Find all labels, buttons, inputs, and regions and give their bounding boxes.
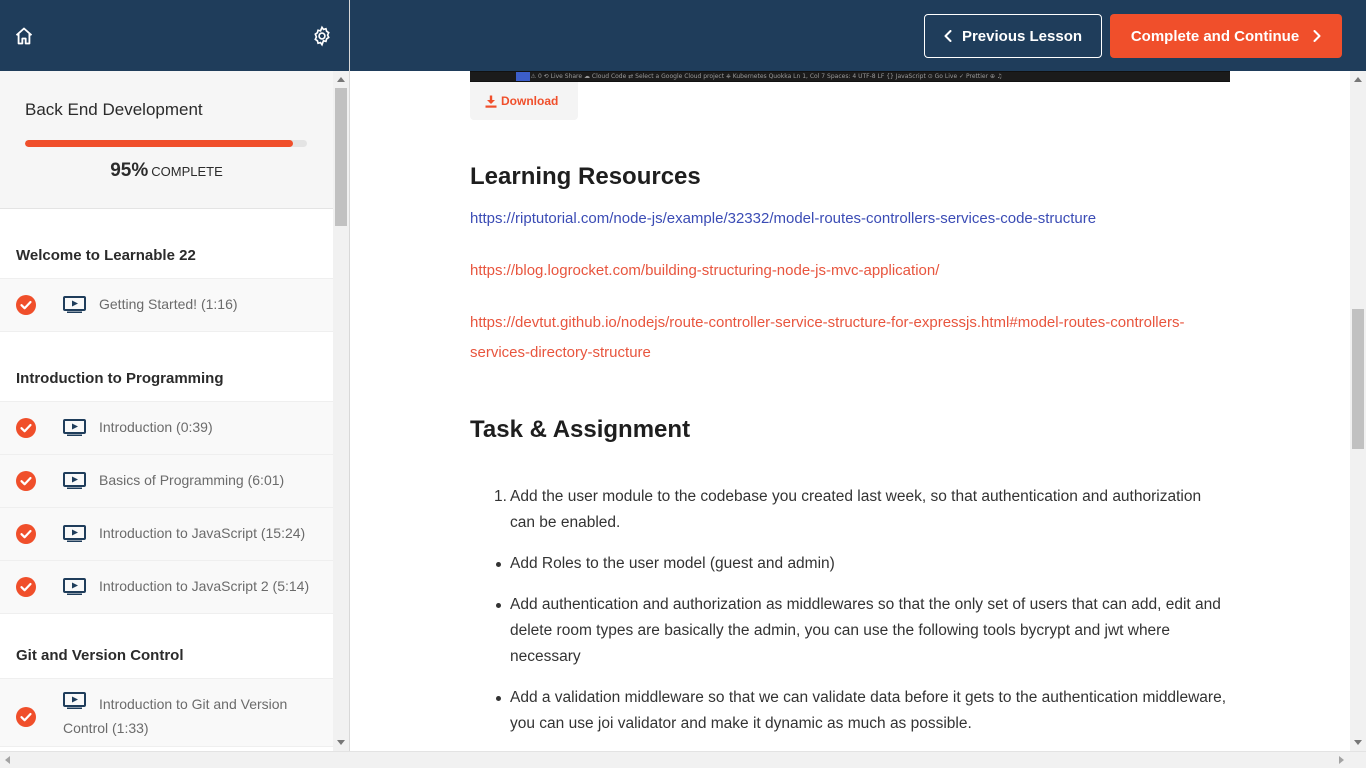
chevron-left-icon	[944, 30, 952, 42]
content-scroll-thumb[interactable]	[1352, 309, 1364, 449]
scroll-right-arrow-icon[interactable]	[1339, 756, 1344, 764]
resource-link[interactable]: https://devtut.github.io/nodejs/route-co…	[470, 308, 1210, 368]
learning-resources-heading: Learning Resources	[470, 163, 701, 190]
scroll-up-arrow-icon[interactable]	[337, 77, 345, 82]
progress-text: 95% COMPLETE	[25, 160, 308, 182]
content-scrollbar[interactable]	[1350, 71, 1366, 751]
video-icon	[63, 296, 86, 313]
lesson-screenshot-image: ⊗ 1 ⚠ 0 ⟲ Live Share ☁ Cloud Code ⇄ Sele…	[470, 71, 1230, 82]
section-title: Introduction to Programming	[0, 332, 333, 402]
video-icon	[63, 419, 86, 436]
sidebar-header	[0, 0, 349, 71]
completed-check-icon	[16, 295, 36, 315]
section-title: Git and Version Control	[0, 614, 333, 679]
task-item: Add a validation middleware so that we c…	[470, 685, 1230, 737]
progress-percent: 95%	[110, 160, 149, 181]
lecture-label: Introduction (0:39)	[99, 419, 213, 435]
complete-and-continue-button[interactable]: Complete and Continue	[1110, 14, 1342, 58]
download-label: Download	[501, 94, 559, 108]
lecture-label: Introduction to Git and Version Control …	[63, 696, 288, 736]
chevron-right-icon	[1313, 30, 1321, 42]
bullet-icon	[496, 696, 501, 701]
video-icon	[63, 578, 86, 595]
completed-check-icon	[16, 524, 36, 544]
horizontal-scrollbar[interactable]	[0, 751, 1366, 768]
completed-check-icon	[16, 707, 36, 727]
list-number: 1.	[494, 488, 507, 505]
progress-label: COMPLETE	[151, 164, 223, 179]
task-item: Add Roles to the user model (guest and a…	[470, 551, 1230, 577]
sidebar-scroll-thumb[interactable]	[335, 88, 347, 226]
lecture-label: Introduction to JavaScript (15:24)	[99, 525, 306, 541]
scroll-left-arrow-icon[interactable]	[5, 756, 10, 764]
screenshot-statusbar-remote	[516, 72, 530, 81]
task-assignment-heading: Task & Assignment	[470, 416, 691, 443]
task-list: 1. Add the user module to the codebase y…	[470, 484, 1230, 751]
complete-and-continue-label: Complete and Continue	[1130, 27, 1300, 45]
progress-bar	[25, 140, 307, 147]
bullet-icon	[496, 562, 501, 567]
screenshot-statusbar-text: ⊗ 1 ⚠ 0 ⟲ Live Share ☁ Cloud Code ⇄ Sele…	[470, 72, 1230, 81]
download-button[interactable]: Download	[470, 82, 578, 120]
lecture-item[interactable]: Introduction (0:39)	[0, 402, 333, 455]
lecture-item[interactable]: Basics of Programming (6:01)	[0, 455, 333, 508]
completed-check-icon	[16, 577, 36, 597]
bullet-icon	[496, 603, 501, 608]
lecture-item[interactable]: Introduction to JavaScript 2 (5:14)	[0, 561, 333, 614]
task-text: Add a validation middleware so that we c…	[510, 689, 1227, 732]
course-title: Back End Development	[25, 100, 203, 119]
section-title: Welcome to Learnable 22	[0, 209, 333, 279]
scroll-up-arrow-icon[interactable]	[1354, 77, 1362, 82]
task-text: Add Roles to the user model (guest and a…	[510, 555, 835, 572]
progress-bar-fill	[25, 140, 293, 147]
lecture-label: Basics of Programming (6:01)	[99, 472, 285, 488]
lecture-label: Getting Started! (1:16)	[99, 296, 238, 312]
lesson-header: Previous Lesson Complete and Continue	[350, 0, 1366, 71]
lesson-content: ⊗ 1 ⚠ 0 ⟲ Live Share ☁ Cloud Code ⇄ Sele…	[350, 71, 1350, 751]
lecture-item[interactable]: Getting Started! (1:16)	[0, 279, 333, 332]
download-icon	[485, 95, 497, 108]
resource-link[interactable]: https://riptutorial.com/node-js/example/…	[470, 204, 1210, 234]
sidebar-scrollbar[interactable]	[333, 71, 349, 751]
video-icon	[63, 525, 86, 542]
lecture-label: Introduction to JavaScript 2 (5:14)	[99, 578, 310, 594]
task-text: Add the user module to the codebase you …	[510, 488, 1202, 531]
previous-lesson-button[interactable]: Previous Lesson	[924, 14, 1102, 58]
previous-lesson-label: Previous Lesson	[961, 27, 1083, 45]
task-item: Add authentication and authorization as …	[470, 592, 1230, 670]
course-sidebar: Back End Development 95% COMPLETE Welcome…	[0, 0, 350, 768]
lecture-item[interactable]: Introduction to JavaScript (15:24)	[0, 508, 333, 561]
curriculum-list: Back End Development 95% COMPLETE Welcome…	[0, 71, 333, 751]
task-item: 1. Add the user module to the codebase y…	[470, 484, 1230, 536]
lecture-item[interactable]: Introduction to Git and Version Control …	[0, 679, 333, 747]
video-icon	[63, 472, 86, 489]
resource-link[interactable]: https://blog.logrocket.com/building-stru…	[470, 256, 1210, 286]
gear-icon[interactable]	[311, 25, 333, 47]
home-icon[interactable]	[14, 26, 34, 46]
scroll-down-arrow-icon[interactable]	[337, 740, 345, 745]
completed-check-icon	[16, 471, 36, 491]
scroll-down-arrow-icon[interactable]	[1354, 740, 1362, 745]
course-progress-panel: Back End Development 95% COMPLETE	[0, 71, 333, 209]
task-text: Add authentication and authorization as …	[510, 596, 1221, 665]
completed-check-icon	[16, 418, 36, 438]
